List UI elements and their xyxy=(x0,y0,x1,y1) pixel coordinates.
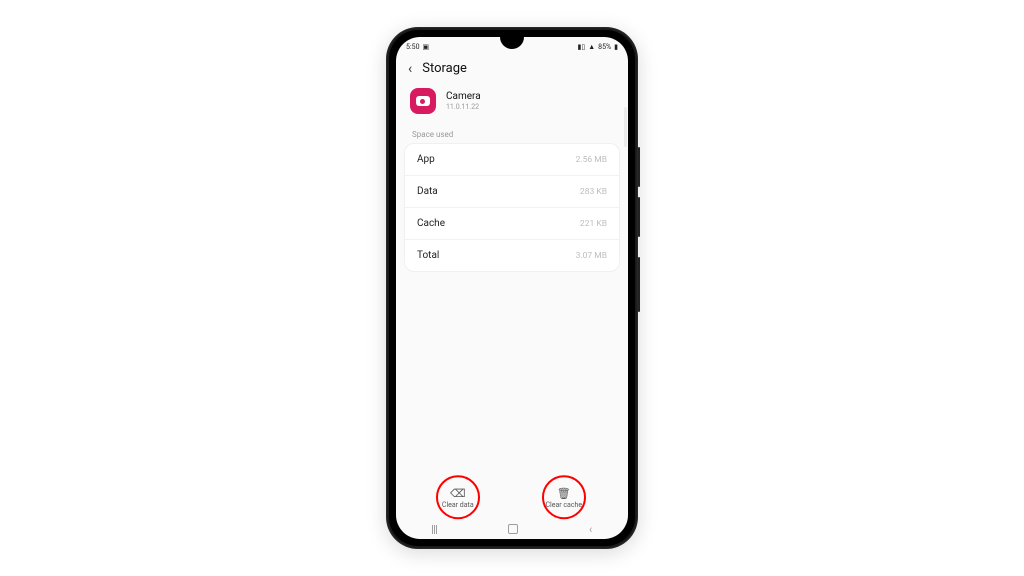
row-cache-label: Cache xyxy=(417,218,445,229)
page-title: Storage xyxy=(422,61,467,76)
app-version: 11.0.11.22 xyxy=(446,103,481,111)
row-total-value: 3.07 MB xyxy=(576,251,607,261)
nav-back-button[interactable]: ‹ xyxy=(589,523,592,536)
app-name: Camera xyxy=(446,91,481,103)
row-app-value: 2.56 MB xyxy=(576,155,607,165)
cast-icon: ▣ xyxy=(423,43,430,51)
battery-icon: ▮ xyxy=(614,43,618,51)
space-used-list: App 2.56 MB Data 283 KB Cache 221 KB Tot… xyxy=(404,143,620,272)
phone-frame: 5:50 ▣ ▮▯ ▲ 85% ▮ ‹ Storage Camera 11.0 xyxy=(386,27,638,549)
spacer xyxy=(396,272,628,478)
app-info-row: Camera 11.0.11.22 xyxy=(396,84,628,128)
row-app: App 2.56 MB xyxy=(405,144,619,175)
power-button[interactable] xyxy=(638,257,640,312)
row-total: Total 3.07 MB xyxy=(405,239,619,271)
row-data-value: 283 KB xyxy=(580,187,607,197)
clear-data-label: Clear data xyxy=(442,501,474,509)
status-time: 5:50 xyxy=(406,43,420,51)
signal-icon: ▮▯ xyxy=(577,43,585,51)
volume-up-button[interactable] xyxy=(638,147,640,187)
row-total-label: Total xyxy=(417,250,439,261)
heading: ‹ Storage xyxy=(396,55,628,84)
camera-app-icon xyxy=(410,88,436,114)
back-icon[interactable]: ‹ xyxy=(408,62,412,76)
trash-icon: 🗑 xyxy=(557,488,571,499)
phone-screen: 5:50 ▣ ▮▯ ▲ 85% ▮ ‹ Storage Camera 11.0 xyxy=(396,37,628,539)
battery-text: 85% xyxy=(598,43,611,51)
row-data-label: Data xyxy=(417,186,438,197)
stage: 5:50 ▣ ▮▯ ▲ 85% ▮ ‹ Storage Camera 11.0 xyxy=(0,0,1024,576)
scrollbar[interactable] xyxy=(624,107,627,147)
wifi-icon: ▲ xyxy=(588,43,595,51)
clear-cache-label: Clear cache xyxy=(545,501,582,509)
section-space-used-label: Space used xyxy=(396,128,628,143)
row-data: Data 283 KB xyxy=(405,175,619,207)
bottom-action-bar: ⌫ Clear data 🗑 Clear cache xyxy=(396,478,628,519)
row-cache-value: 221 KB xyxy=(580,219,607,229)
clear-cache-button[interactable]: 🗑 Clear cache xyxy=(537,484,590,513)
row-app-label: App xyxy=(417,154,435,165)
volume-down-button[interactable] xyxy=(638,197,640,237)
row-cache: Cache 221 KB xyxy=(405,207,619,239)
clear-data-button[interactable]: ⌫ Clear data xyxy=(434,484,482,513)
nav-bar: ‹ xyxy=(396,519,628,539)
nav-home-button[interactable] xyxy=(508,524,518,534)
nav-recent-button[interactable] xyxy=(432,525,437,534)
trash-x-icon: ⌫ xyxy=(450,488,466,499)
